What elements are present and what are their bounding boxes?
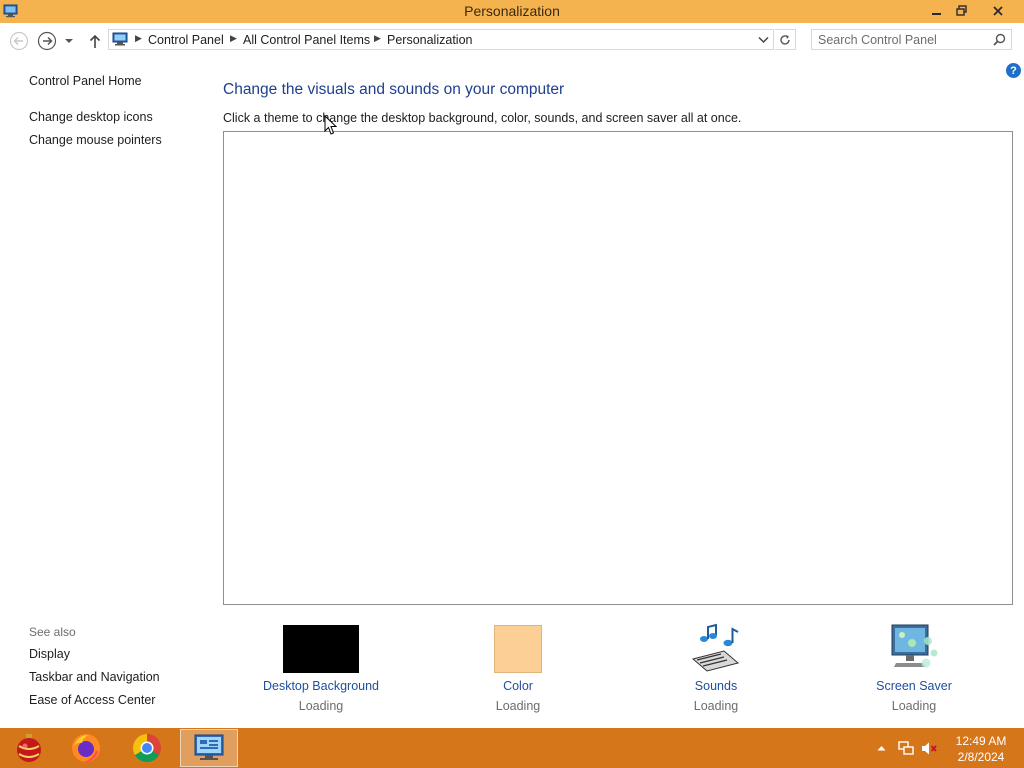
change-mouse-pointers-link[interactable]: Change mouse pointers xyxy=(29,133,162,147)
search-box[interactable] xyxy=(811,29,1012,50)
firefox-button[interactable] xyxy=(57,728,115,768)
up-button[interactable] xyxy=(85,31,105,51)
close-button[interactable] xyxy=(985,0,1011,21)
breadcrumb-personalization[interactable]: Personalization xyxy=(387,33,472,47)
sounds-tile[interactable]: Sounds Loading xyxy=(641,620,791,713)
chevron-up-icon xyxy=(877,746,885,751)
window-title: Personalization xyxy=(464,3,560,19)
desktop-background-tile[interactable]: Desktop Background Loading xyxy=(246,620,396,713)
taskbar-and-navigation-link[interactable]: Taskbar and Navigation xyxy=(29,670,160,684)
volume-muted-icon xyxy=(922,742,937,754)
system-clock[interactable]: 12:49 AM 2/8/2024 xyxy=(944,733,1018,765)
network-icon xyxy=(898,740,914,755)
breadcrumb-separator-icon[interactable]: ▶ xyxy=(135,33,142,44)
color-status: Loading xyxy=(495,699,541,713)
color-tile[interactable]: Color Loading xyxy=(443,620,593,713)
sounds-label[interactable]: Sounds xyxy=(641,679,791,693)
volume-button[interactable] xyxy=(920,728,940,768)
chrome-button[interactable] xyxy=(118,728,176,768)
title-bar: Personalization xyxy=(0,0,1024,23)
search-input[interactable] xyxy=(818,32,988,47)
breadcrumb-all-items[interactable]: All Control Panel Items xyxy=(243,33,370,47)
close-icon xyxy=(993,5,1003,16)
restore-icon xyxy=(955,5,967,16)
search-icon[interactable] xyxy=(993,33,1006,46)
screen-saver-label[interactable]: Screen Saver xyxy=(839,679,989,693)
refresh-icon xyxy=(780,34,790,45)
ornament-app-icon xyxy=(17,734,41,762)
minimize-icon xyxy=(932,12,941,15)
back-button[interactable] xyxy=(9,31,29,51)
display-link[interactable]: Display xyxy=(29,647,70,661)
ornament-app-button[interactable] xyxy=(0,728,58,768)
address-dropdown-chevron-icon[interactable] xyxy=(758,36,769,44)
breadcrumb-separator-icon[interactable]: ▶ xyxy=(230,33,237,44)
theme-list[interactable] xyxy=(223,131,1013,605)
clock-time: 12:49 AM xyxy=(955,734,1007,748)
control-panel-home-link[interactable]: Control Panel Home xyxy=(29,74,142,88)
minimize-button[interactable] xyxy=(924,0,950,21)
up-arrow-icon xyxy=(89,34,101,48)
desktop-background-status: Loading xyxy=(298,699,344,713)
firefox-icon xyxy=(72,734,100,762)
desktop-background-icon xyxy=(283,625,359,673)
show-hidden-icons-button[interactable] xyxy=(872,728,890,768)
restore-button[interactable] xyxy=(948,0,974,21)
chrome-icon xyxy=(133,734,161,762)
taskbar: 12:49 AM 2/8/2024 xyxy=(0,728,1024,768)
chevron-down-icon xyxy=(65,39,73,43)
desktop-background-label[interactable]: Desktop Background xyxy=(246,679,396,693)
forward-arrow-icon xyxy=(37,31,57,51)
forward-button[interactable] xyxy=(37,31,57,51)
mouse-cursor-icon xyxy=(324,115,337,135)
breadcrumb-separator-icon[interactable]: ▶ xyxy=(374,33,381,44)
sounds-icon xyxy=(691,623,740,672)
control-panel-taskbar-button[interactable] xyxy=(180,729,238,767)
sounds-status: Loading xyxy=(693,699,739,713)
refresh-button[interactable] xyxy=(775,29,796,50)
page-title: Change the visuals and sounds on your co… xyxy=(223,81,565,98)
control-panel-icon xyxy=(194,734,224,760)
screen-saver-status: Loading xyxy=(891,699,937,713)
change-desktop-icons-link[interactable]: Change desktop icons xyxy=(29,110,153,124)
color-label[interactable]: Color xyxy=(443,679,593,693)
breadcrumb-control-panel[interactable]: Control Panel xyxy=(148,33,224,47)
recent-locations-button[interactable] xyxy=(62,31,76,51)
control-panel-location-icon xyxy=(112,32,128,46)
color-icon xyxy=(494,625,542,673)
network-button[interactable] xyxy=(896,728,916,768)
help-icon[interactable]: ? xyxy=(1006,63,1021,78)
theme-instructions: Click a theme to change the desktop back… xyxy=(223,111,742,125)
screen-saver-icon xyxy=(891,624,938,668)
clock-date: 2/8/2024 xyxy=(957,750,1005,764)
screen-saver-tile[interactable]: Screen Saver Loading xyxy=(839,620,989,713)
ease-of-access-center-link[interactable]: Ease of Access Center xyxy=(29,693,155,707)
address-bar[interactable]: ▶ Control Panel ▶ All Control Panel Item… xyxy=(108,29,774,50)
back-arrow-icon xyxy=(9,31,29,51)
see-also-heading: See also xyxy=(29,625,76,639)
